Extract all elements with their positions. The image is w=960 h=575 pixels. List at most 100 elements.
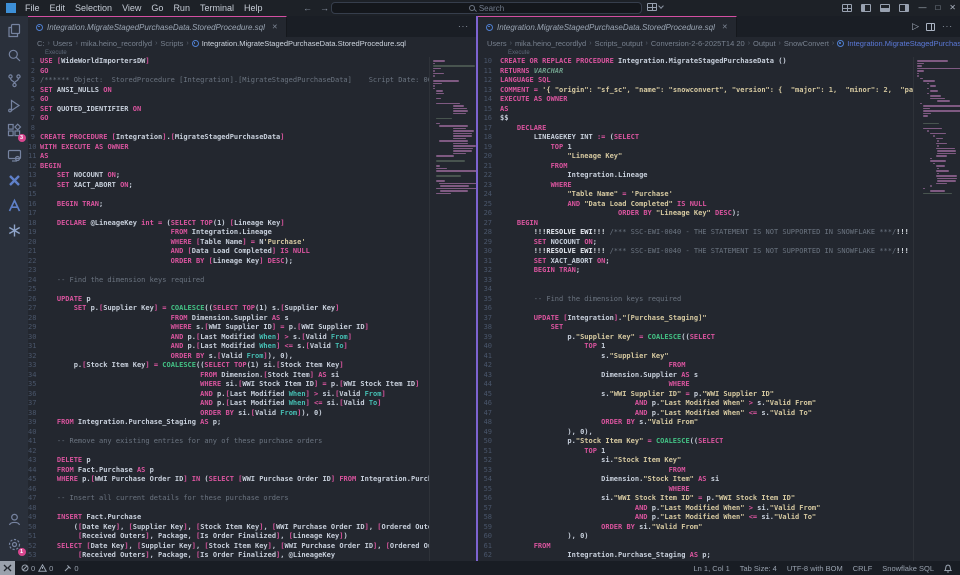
line-number[interactable]: 5	[28, 95, 40, 105]
line-number[interactable]: 63	[478, 561, 500, 562]
code-line[interactable]: 54 FROM Integration.Purchase_Staging;	[28, 561, 476, 562]
code-line[interactable]: 41 -- Remove any existing entries for an…	[28, 437, 476, 447]
line-number[interactable]: 20	[478, 152, 500, 162]
line-number[interactable]: 54	[28, 561, 40, 562]
line-number[interactable]: 7	[28, 114, 40, 124]
line-number[interactable]: 44	[478, 380, 500, 390]
line-number[interactable]: 6	[28, 105, 40, 115]
line-number[interactable]: 38	[28, 409, 40, 419]
line-number[interactable]: 12	[28, 162, 40, 172]
line-number[interactable]: 48	[478, 418, 500, 428]
line-number[interactable]: 40	[478, 342, 500, 352]
line-number[interactable]: 42	[28, 447, 40, 457]
code-line[interactable]: 53 [Received Outers], Package, [Is Order…	[28, 551, 476, 561]
code-line[interactable]: 12LANGUAGE SQL	[478, 76, 960, 86]
tab-left-file[interactable]: Integration.MigrateStagedPurchaseData.St…	[28, 16, 287, 37]
code-line[interactable]: 44 FROM Fact.Purchase AS p	[28, 466, 476, 476]
code-line[interactable]: 58 AND p."Last Modified When" <= si."Val…	[478, 513, 960, 523]
menu-edit[interactable]: Edit	[45, 3, 71, 13]
code-line[interactable]: 1USE [WideWorldImportersDW]	[28, 57, 476, 67]
line-number[interactable]: 39	[28, 418, 40, 428]
line-number[interactable]: 50	[478, 437, 500, 447]
more-actions-icon[interactable]: ···	[458, 22, 469, 31]
line-number[interactable]: 10	[28, 143, 40, 153]
line-number[interactable]: 16	[28, 200, 40, 210]
line-number[interactable]: 23	[478, 181, 500, 191]
search-sidebar-icon[interactable]	[6, 47, 23, 64]
line-number[interactable]: 9	[28, 133, 40, 143]
line-number[interactable]: 36	[478, 304, 500, 314]
line-number[interactable]: 11	[478, 67, 500, 77]
tab-close-icon[interactable]: ✕	[272, 23, 278, 31]
line-number[interactable]: 2	[28, 67, 40, 77]
code-line[interactable]: 26 UPDATE p	[28, 295, 476, 305]
line-number[interactable]: 18	[478, 133, 500, 143]
line-number[interactable]: 44	[28, 466, 40, 476]
line-number[interactable]: 29	[28, 323, 40, 333]
code-line[interactable]: 57 AND p."Last Modified When" > si."Vali…	[478, 504, 960, 514]
code-line[interactable]: 45 WHERE p.[WWI Purchase Order ID] IN (S…	[28, 475, 476, 485]
code-line[interactable]: 51 TOP 1	[478, 447, 960, 457]
line-number[interactable]: 21	[28, 247, 40, 257]
code-line[interactable]: 59 ORDER BY si."Valid From"	[478, 523, 960, 533]
line-number[interactable]: 41	[28, 437, 40, 447]
line-number[interactable]: 22	[28, 257, 40, 267]
code-line[interactable]: 5GO	[28, 95, 476, 105]
problems-errors[interactable]: 0	[21, 564, 35, 573]
line-number[interactable]: 54	[478, 475, 500, 485]
line-number[interactable]: 22	[478, 171, 500, 181]
code-line[interactable]: 16 BEGIN TRAN;	[28, 200, 476, 210]
status-cursor-position[interactable]: Ln 1, Col 1	[693, 564, 729, 573]
code-line[interactable]: 2GO	[28, 67, 476, 77]
line-number[interactable]: 24	[28, 276, 40, 286]
code-line[interactable]: 27 BEGIN	[478, 219, 960, 229]
line-number[interactable]: 29	[478, 238, 500, 248]
line-number[interactable]: 56	[478, 494, 500, 504]
code-line[interactable]: 23	[28, 266, 476, 276]
breadcrumb-item[interactable]: C:	[37, 39, 45, 48]
code-line[interactable]: 50 ([Date Key], [Supplier Key], [Stock I…	[28, 523, 476, 533]
code-line[interactable]: 13COMMENT = '{ "origin": "sf_sc", "name"…	[478, 86, 960, 96]
menu-terminal[interactable]: Terminal	[195, 3, 239, 13]
breadcrumb-item[interactable]: Users	[487, 39, 507, 48]
minimize-button[interactable]: —	[918, 0, 926, 16]
notifications-bell-icon[interactable]	[944, 564, 952, 573]
line-number[interactable]: 50	[28, 523, 40, 533]
code-line[interactable]: 10WITH EXECUTE AS OWNER	[28, 143, 476, 153]
code-line[interactable]: 49 INSERT Fact.Purchase	[28, 513, 476, 523]
line-number[interactable]: 20	[28, 238, 40, 248]
breadcrumb-item[interactable]: SnowConvert	[784, 39, 829, 48]
line-number[interactable]: 31	[28, 342, 40, 352]
code-line[interactable]: 13 SET NOCOUNT ON;	[28, 171, 476, 181]
line-number[interactable]: 47	[28, 494, 40, 504]
line-number[interactable]: 12	[478, 76, 500, 86]
breadcrumb-item[interactable]: mika.heino_recordlyd	[515, 39, 586, 48]
code-line[interactable]: 43 Dimension.Supplier AS s	[478, 371, 960, 381]
code-editor-right[interactable]: 10CREATE OR REPLACE PROCEDURE Integratio…	[478, 57, 960, 561]
line-number[interactable]: 48	[28, 504, 40, 514]
code-line[interactable]: 49 ), 0),	[478, 428, 960, 438]
extensions-icon[interactable]: 3	[6, 122, 23, 139]
line-number[interactable]: 19	[28, 228, 40, 238]
line-number[interactable]: 35	[28, 380, 40, 390]
extension-a-icon[interactable]	[6, 197, 23, 214]
code-line[interactable]: 62 Integration.Purchase_Staging AS p;	[478, 551, 960, 561]
code-line[interactable]: 30 AND p.[Last Modified When] > s.[Valid…	[28, 333, 476, 343]
code-line[interactable]: 10CREATE OR REPLACE PROCEDURE Integratio…	[478, 57, 960, 67]
line-number[interactable]: 28	[28, 314, 40, 324]
line-number[interactable]: 13	[28, 171, 40, 181]
code-line[interactable]: 33	[478, 276, 960, 286]
code-line[interactable]: 22 Integration.Lineage	[478, 171, 960, 181]
code-line[interactable]: 55 WHERE	[478, 485, 960, 495]
code-line[interactable]: 11AS	[28, 152, 476, 162]
code-line[interactable]: 52 SELECT [Date Key], [Supplier Key], [S…	[28, 542, 476, 552]
breadcrumb-item[interactable]: Users	[53, 39, 73, 48]
line-number[interactable]: 21	[478, 162, 500, 172]
code-line[interactable]: 26 ORDER BY "Lineage Key" DESC);	[478, 209, 960, 219]
line-number[interactable]: 3	[28, 76, 40, 86]
line-number[interactable]: 52	[28, 542, 40, 552]
code-line[interactable]: 34	[478, 285, 960, 295]
breadcrumb-file[interactable]: Integration.MigrateStagedPurchaseData.St…	[837, 39, 960, 48]
navigate-back-button[interactable]: ←	[303, 3, 312, 13]
line-number[interactable]: 23	[28, 266, 40, 276]
